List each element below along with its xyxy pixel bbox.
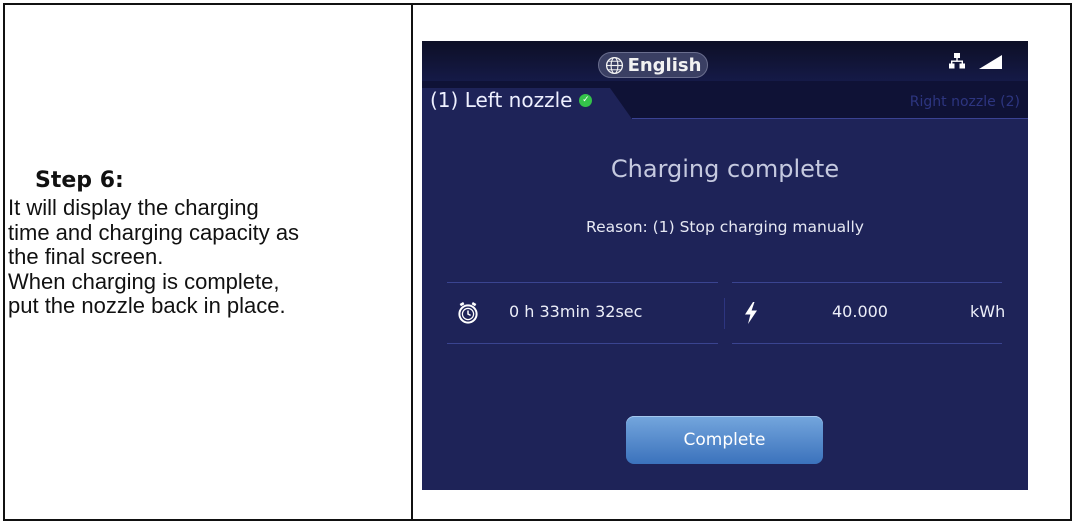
language-label: English bbox=[627, 54, 702, 76]
column-divider bbox=[411, 5, 413, 519]
globe-icon bbox=[605, 56, 623, 74]
step-description-line: put the nozzle back in place. bbox=[8, 293, 286, 318]
divider-line bbox=[732, 282, 1002, 283]
divider-line bbox=[447, 282, 718, 283]
top-status-bar: English bbox=[422, 41, 1028, 81]
language-selector[interactable]: English bbox=[598, 52, 708, 78]
charging-summary: 0 h 33min 32sec 40.000 kWh bbox=[447, 282, 1006, 344]
signal-icon bbox=[979, 55, 1002, 69]
tab-left-nozzle-label: (1) Left nozzle ✓ bbox=[430, 88, 593, 112]
divider-line bbox=[732, 343, 1002, 344]
clock-icon bbox=[458, 302, 478, 324]
step-description-line: When charging is complete, bbox=[8, 268, 280, 294]
network-icon bbox=[949, 53, 965, 69]
column-separator bbox=[724, 298, 725, 329]
charging-time: 0 h 33min 32sec bbox=[509, 302, 643, 321]
step-title: Step 6: bbox=[35, 168, 124, 193]
complete-button[interactable]: Complete bbox=[626, 416, 823, 464]
energy-unit: kWh bbox=[970, 302, 1006, 321]
step-description-line: time and charging capacity as bbox=[8, 219, 300, 245]
bolt-icon bbox=[745, 302, 757, 324]
check-icon: ✓ bbox=[579, 93, 593, 107]
divider-line bbox=[447, 343, 718, 344]
stop-reason: Reason: (1) Stop charging manually bbox=[586, 218, 864, 236]
charging-status-title: Charging complete bbox=[610, 155, 840, 183]
tab-right-nozzle[interactable]: Right nozzle (2) bbox=[910, 94, 1020, 110]
charger-screen: English (1) Left nozzle ✓ Right nozzle (… bbox=[422, 41, 1028, 490]
step-description-line: It will display the charging bbox=[8, 195, 259, 220]
tab-underline bbox=[632, 118, 1028, 119]
step-description-line: the final screen. bbox=[8, 244, 164, 269]
instruction-cell: Step 6: It will display the charging tim… bbox=[8, 166, 398, 319]
energy-value: 40.000 bbox=[832, 302, 888, 321]
